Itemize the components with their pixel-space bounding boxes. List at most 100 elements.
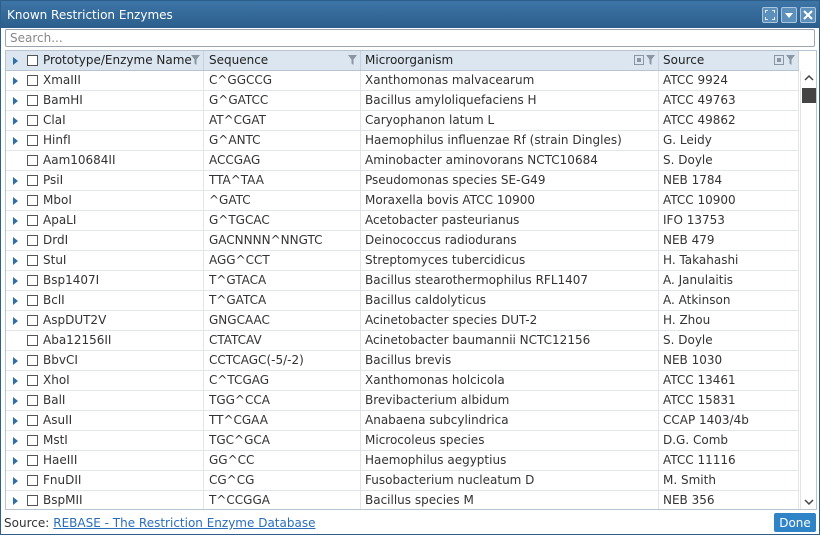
cell-sequence: G^ANTC <box>204 131 361 150</box>
table-row[interactable]: AspDUT2V GNGCAAC Acinetobacter species DUT… <box>6 311 799 331</box>
cell-enzyme-name: MboI <box>6 191 204 210</box>
table-row[interactable]: AsuII TT^CGAA Anabaena subcylindrica CCAP 1… <box>6 411 799 431</box>
title-bar: Known Restriction Enzymes <box>1 1 819 28</box>
table-row[interactable]: MstI TGC^GCA Microcoleus species D.G. Comb <box>6 431 799 451</box>
table-row[interactable]: BclI T^GATCA Bacillus caldolyticus A. Atkin… <box>6 291 799 311</box>
cell-microorganism: Moraxella bovis ATCC 10900 <box>361 191 659 210</box>
table-row[interactable]: PsiI TTA^TAA Pseudomonas species SE-G49 NEB… <box>6 171 799 191</box>
search-input[interactable] <box>5 29 815 47</box>
rebase-link[interactable]: REBASE - The Restriction Enzyme Database <box>53 516 315 530</box>
cell-microorganism: Acinetobacter species DUT-2 <box>361 311 659 330</box>
cell-source: M. Smith <box>659 471 799 490</box>
cell-sequence: AT^CGAT <box>204 111 361 130</box>
cell-source: ATCC 15831 <box>659 391 799 410</box>
cell-enzyme-name: XmaIII <box>6 71 204 90</box>
cell-enzyme-name: FnuDII <box>6 471 204 490</box>
column-label: Sequence <box>209 53 269 67</box>
table-row[interactable]: XmaIII C^GGCCG Xanthomonas malvacearum ATCC… <box>6 71 799 91</box>
cell-sequence: TGG^CCA <box>204 391 361 410</box>
group-icon[interactable] <box>774 55 784 65</box>
filter-icon[interactable] <box>786 55 795 65</box>
cell-microorganism: Xanthomonas malvacearum <box>361 71 659 90</box>
cell-microorganism: Pseudomonas species SE-G49 <box>361 171 659 190</box>
cell-enzyme-name: StuI <box>6 251 204 270</box>
footer: Source: REBASE - The Restriction Enzyme … <box>1 512 819 534</box>
cell-sequence: GNGCAAC <box>204 311 361 330</box>
maximize-icon[interactable] <box>762 6 778 23</box>
cell-source: ATCC 49763 <box>659 91 799 110</box>
cell-microorganism: Xanthomonas holcicola <box>361 371 659 390</box>
cell-source: H. Takahashi <box>659 251 799 270</box>
table-row[interactable]: XhoI C^TCGAG Xanthomonas holcicola ATCC 134… <box>6 371 799 391</box>
cell-microorganism: Bacillus species M <box>361 491 659 509</box>
cell-microorganism: Acinetobacter baumannii NCTC12156 <box>361 331 659 350</box>
column-label: Source <box>663 53 705 67</box>
table-row[interactable]: Aam10684II ACCGAG Aminobacter aminovorans … <box>6 151 799 171</box>
window-title: Known Restriction Enzymes <box>7 7 173 22</box>
scrollbar-thumb[interactable] <box>802 88 816 103</box>
cell-source: CCAP 1403/4b <box>659 411 799 430</box>
cell-source: IFO 13753 <box>659 211 799 230</box>
column-header-name[interactable]: Prototype/Enzyme Name <box>6 51 204 70</box>
column-header-sequence[interactable]: Sequence <box>204 51 361 70</box>
table-row[interactable]: BbvCI CCTCAGC(-5/-2) Bacillus brevis NEB 10… <box>6 351 799 371</box>
cell-source: NEB 479 <box>659 231 799 250</box>
cell-microorganism: Haemophilus aegyptius <box>361 451 659 470</box>
expand-all-icon[interactable] <box>13 57 18 65</box>
cell-enzyme-name: HaeIII <box>6 451 204 470</box>
table-row[interactable]: Aba12156II CTATCAV Acinetobacter baumannii… <box>6 331 799 351</box>
cell-enzyme-name: ApaLI <box>6 211 204 230</box>
table-row[interactable]: BamHI G^GATCC Bacillus amyloliquefaciens H… <box>6 91 799 111</box>
filter-icon[interactable] <box>348 55 357 65</box>
table-row[interactable]: FnuDII CG^CG Fusobacterium nucleatum D M. S… <box>6 471 799 491</box>
table-row[interactable]: Bsp1407I T^GTACA Bacillus stearothermophil… <box>6 271 799 291</box>
cell-microorganism: Deinococcus radiodurans <box>361 231 659 250</box>
cell-enzyme-name: BamHI <box>6 91 204 110</box>
cell-microorganism: Microcoleus species <box>361 431 659 450</box>
table-row[interactable]: ApaLI G^TGCAC Acetobacter pasteurianus IFO … <box>6 211 799 231</box>
table-row[interactable]: DrdI GACNNNN^NNGTC Deinococcus radiodurans… <box>6 231 799 251</box>
cell-source: ATCC 11116 <box>659 451 799 470</box>
select-all-checkbox[interactable] <box>27 55 38 66</box>
scroll-up-icon[interactable] <box>804 74 814 81</box>
menu-dropdown-icon[interactable] <box>781 6 797 23</box>
close-icon[interactable] <box>800 6 816 23</box>
table-row[interactable]: MboI ^GATC Moraxella bovis ATCC 10900 ATCC … <box>6 191 799 211</box>
scroll-down-icon[interactable] <box>804 499 814 506</box>
table-row[interactable]: StuI AGG^CCT Streptomyces tubercidicus H. T… <box>6 251 799 271</box>
cell-source: S. Doyle <box>659 151 799 170</box>
column-header-microorganism[interactable]: Microorganism <box>361 51 659 70</box>
cell-sequence: T^GATCA <box>204 291 361 310</box>
cell-microorganism: Brevibacterium albidum <box>361 391 659 410</box>
cell-sequence: TTA^TAA <box>204 171 361 190</box>
cell-sequence: T^GTACA <box>204 271 361 290</box>
table-row[interactable]: ClaI AT^CGAT Caryophanon latum L ATCC 49862 <box>6 111 799 131</box>
cell-microorganism: Streptomyces tubercidicus <box>361 251 659 270</box>
cell-enzyme-name: DrdI <box>6 231 204 250</box>
source-label: Source: <box>4 516 50 530</box>
cell-sequence: GG^CC <box>204 451 361 470</box>
table-row[interactable]: BalI TGG^CCA Brevibacterium albidum ATCC 15… <box>6 391 799 411</box>
cell-sequence: CTATCAV <box>204 331 361 350</box>
cell-enzyme-name: BclI <box>6 291 204 310</box>
cell-microorganism: Haemophilus influenzae Rf (strain Dingle… <box>361 131 659 150</box>
cell-source: ATCC 9924 <box>659 71 799 90</box>
cell-microorganism: Bacillus brevis <box>361 351 659 370</box>
cell-enzyme-name: BbvCI <box>6 351 204 370</box>
cell-source: G. Leidy <box>659 131 799 150</box>
table-row[interactable]: BspMII T^CCGGA Bacillus species M NEB 356 <box>6 491 799 509</box>
column-header-source[interactable]: Source <box>659 51 799 70</box>
table-row[interactable]: HinfI G^ANTC Haemophilus influenzae Rf (st… <box>6 131 799 151</box>
cell-enzyme-name: XhoI <box>6 371 204 390</box>
cell-microorganism: Bacillus caldolyticus <box>361 291 659 310</box>
cell-microorganism: Bacillus amyloliquefaciens H <box>361 91 659 110</box>
cell-enzyme-name: MstI <box>6 431 204 450</box>
cell-microorganism: Caryophanon latum L <box>361 111 659 130</box>
vertical-scrollbar[interactable] <box>800 71 816 509</box>
filter-icon[interactable] <box>646 55 655 65</box>
done-button[interactable]: Done <box>774 513 816 532</box>
filter-icon[interactable] <box>191 55 200 65</box>
group-icon[interactable] <box>634 55 644 65</box>
table-row[interactable]: HaeIII GG^CC Haemophilus aegyptius ATCC 111… <box>6 451 799 471</box>
cell-sequence: C^TCGAG <box>204 371 361 390</box>
